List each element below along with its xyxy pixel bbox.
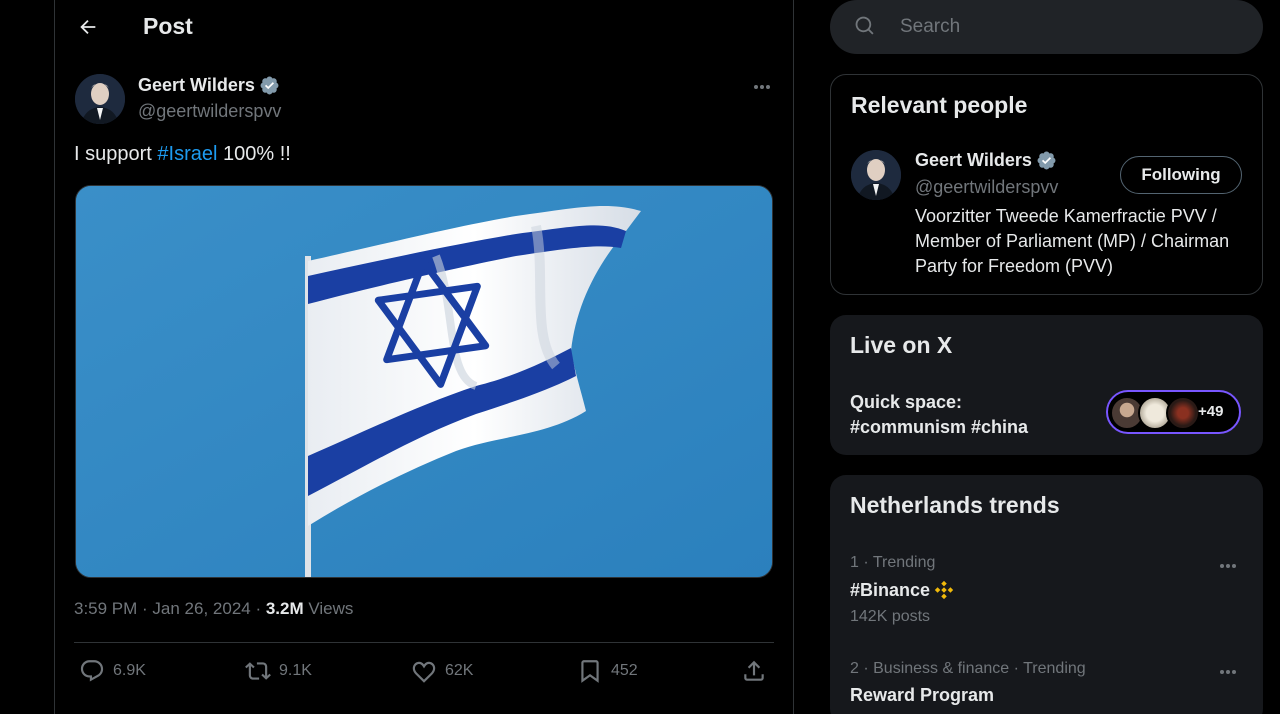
trend-name-text: #Binance	[850, 579, 931, 600]
post-actions: 6.9K 9.1K 62K 452	[79, 658, 769, 688]
more-dots-icon	[1220, 670, 1224, 674]
bookmark-button[interactable]: 452	[577, 658, 638, 684]
repost-button[interactable]: 9.1K	[245, 658, 312, 684]
more-dot	[766, 85, 770, 89]
more-dots-icon	[754, 85, 758, 89]
trend-item[interactable]: 2 · Business & finance · Trending Reward…	[830, 657, 1263, 714]
like-count: 62K	[445, 662, 474, 679]
relevant-person-name[interactable]: Geert Wilders	[915, 150, 1057, 171]
trend-post-count: 142K posts	[850, 608, 931, 625]
post-header: Post	[55, 0, 793, 54]
relevant-person-handle[interactable]: @geertwilderspvv	[915, 177, 1058, 198]
avatar-portrait-icon	[851, 150, 901, 200]
reply-icon	[80, 660, 104, 682]
search-icon	[855, 16, 874, 35]
tweet-text: I support #Israel 100% !!	[74, 143, 291, 166]
tweet-text-prefix: I support	[74, 143, 158, 165]
page-title: Post	[143, 13, 193, 39]
live-title: Live on X	[850, 332, 953, 358]
author-handle[interactable]: @geertwilderspvv	[138, 101, 281, 122]
bookmark-icon	[581, 660, 599, 683]
more-options-button[interactable]	[749, 76, 775, 98]
verified-badge-icon	[260, 76, 279, 95]
post-meta: 3:59 PM · Jan 26, 2024 · 3.2M Views	[74, 599, 353, 619]
relevant-person-bio: Voorzitter Tweede Kamerfractie PVV / Mem…	[915, 206, 1230, 276]
back-button[interactable]	[73, 12, 103, 42]
relevant-people-title: Relevant people	[851, 92, 1028, 118]
more-dot	[760, 85, 764, 89]
arrow-left-icon	[80, 19, 96, 35]
trend-name: #Binance	[850, 579, 955, 601]
repost-count: 9.1K	[279, 662, 312, 679]
share-button[interactable]	[741, 658, 767, 684]
space-title-line1: Quick space:	[850, 392, 963, 412]
post-image[interactable]	[75, 185, 773, 578]
space-listeners-pill[interactable]: +49	[1106, 390, 1241, 434]
hashtag-link[interactable]: #Israel	[157, 143, 217, 165]
trend-meta: 1 · Trending	[850, 554, 936, 571]
trends-card: Netherlands trends 1 · Trending #Binance…	[830, 475, 1263, 714]
views-label: Views	[303, 599, 354, 618]
reply-button[interactable]: 6.9K	[79, 658, 146, 684]
more-dots-icon	[1220, 564, 1224, 568]
reply-count: 6.9K	[113, 662, 146, 679]
main-column: Post Geert Wilders @geertwilderspvv I su…	[54, 0, 794, 714]
space-title-line2: #communism #china	[850, 417, 1029, 437]
israel-flag-image	[76, 186, 772, 577]
trend-meta: 2 · Business & finance · Trending	[850, 660, 1086, 677]
tweet-text-suffix: 100% !!	[217, 143, 291, 165]
author-name[interactable]: Geert Wilders	[138, 75, 280, 96]
bookmark-count: 452	[611, 662, 638, 679]
trend-name: Reward Program	[850, 685, 995, 705]
binance-logo-icon	[934, 580, 954, 600]
heart-icon	[412, 661, 436, 683]
like-button[interactable]: 62K	[411, 658, 473, 684]
author-avatar[interactable]	[75, 74, 125, 124]
relevant-person-avatar[interactable]	[851, 150, 901, 200]
space-title[interactable]: Quick space: #communism #china	[850, 390, 1028, 440]
listener-avatar	[1166, 396, 1200, 430]
verified-badge-icon	[1037, 151, 1056, 170]
more-dot	[1232, 670, 1236, 674]
more-dot	[1226, 564, 1230, 568]
views-count: 3.2M	[265, 599, 304, 618]
trend-more-button[interactable]	[1216, 663, 1240, 681]
share-icon	[744, 660, 764, 681]
trend-item[interactable]: 1 · Trending #Binance 142K posts	[830, 551, 1263, 631]
avatar-portrait-icon	[75, 74, 125, 124]
more-dot	[1226, 670, 1230, 674]
live-on-x-card: Live on X Quick space: #communism #china…	[830, 315, 1263, 455]
listener-count: +49	[1198, 403, 1224, 420]
more-dot	[1232, 564, 1236, 568]
trend-more-button[interactable]	[1216, 557, 1240, 575]
search-input[interactable]	[900, 14, 1240, 40]
trends-title: Netherlands trends	[850, 492, 1060, 518]
following-button[interactable]: Following	[1120, 156, 1242, 194]
repost-icon	[245, 662, 271, 680]
relevant-people-card: Relevant people Geert Wilders @geertwild…	[830, 74, 1263, 295]
post-timestamp[interactable]: 3:59 PM · Jan 26, 2024 ·	[74, 599, 266, 618]
author-name-text: Geert Wilders	[138, 75, 255, 95]
divider	[74, 642, 774, 643]
search-bar[interactable]	[830, 0, 1263, 54]
relevant-person-name-text: Geert Wilders	[915, 150, 1032, 170]
